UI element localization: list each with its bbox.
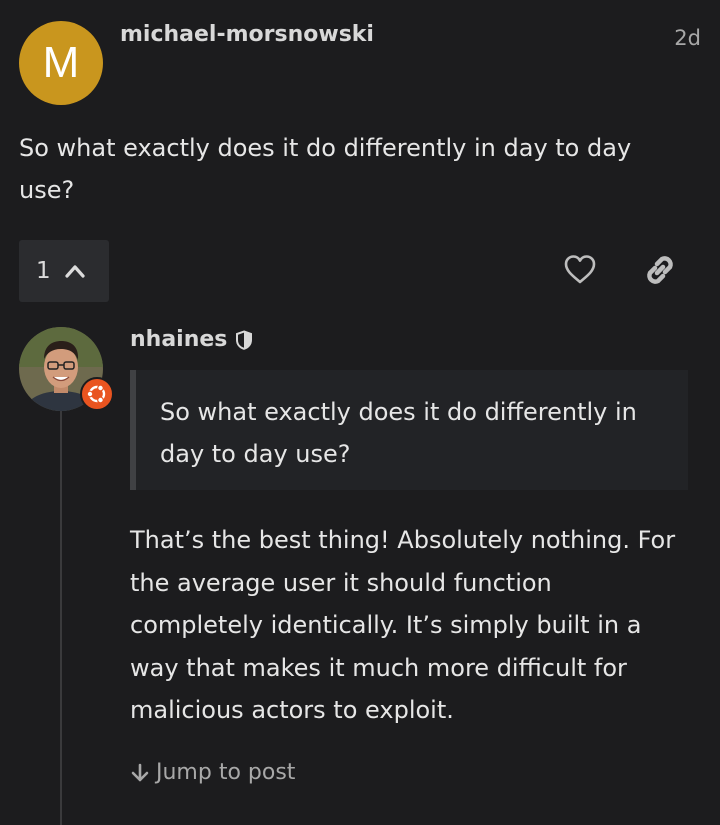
thread-line bbox=[60, 395, 62, 825]
username-label: nhaines bbox=[130, 327, 228, 352]
post-body: That’s the best thing! Absolutely nothin… bbox=[130, 526, 676, 724]
ubuntu-logo-icon bbox=[80, 377, 114, 411]
replies-toggle-button[interactable]: 1 bbox=[19, 240, 109, 302]
arrow-down-icon bbox=[131, 763, 149, 781]
quote-block: So what exactly does it do differently i… bbox=[130, 370, 688, 490]
post-body: So what exactly does it do differently i… bbox=[19, 134, 632, 204]
chevron-up-icon bbox=[65, 265, 85, 278]
jump-label: Jump to post bbox=[156, 760, 296, 785]
username[interactable]: nhaines bbox=[130, 327, 253, 352]
link-icon[interactable] bbox=[642, 252, 678, 288]
username[interactable]: michael-morsnowski bbox=[120, 22, 374, 47]
jump-to-post-link[interactable]: Jump to post bbox=[130, 760, 295, 785]
post-date[interactable]: 2d bbox=[674, 26, 701, 50]
reply-count: 1 bbox=[36, 258, 51, 284]
shield-icon bbox=[236, 329, 253, 350]
heart-icon[interactable] bbox=[563, 253, 597, 287]
avatar[interactable]: M bbox=[19, 21, 103, 105]
